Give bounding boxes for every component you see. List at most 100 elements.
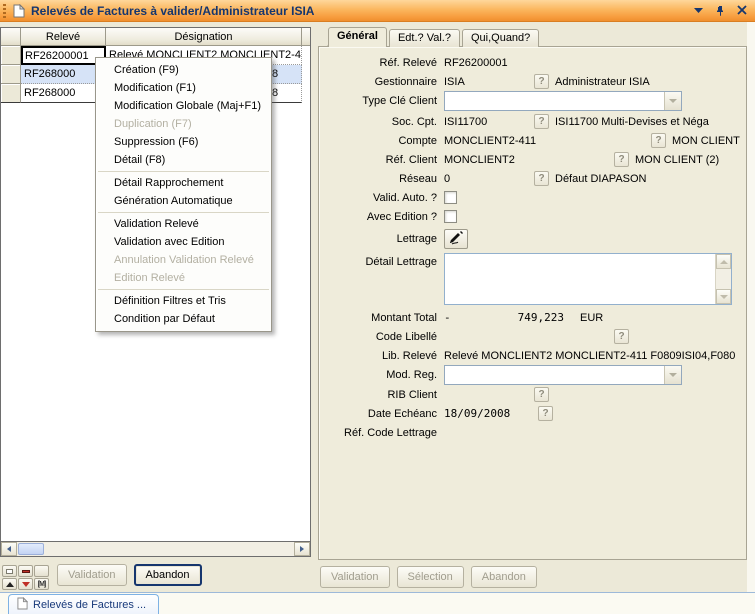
tab-general[interactable]: Général bbox=[328, 27, 387, 47]
selection-button[interactable]: Sélection bbox=[397, 566, 464, 588]
menu-item-validation-releve[interactable]: Validation Relevé bbox=[96, 215, 271, 233]
field-valid-auto: Valid. Auto. ? bbox=[319, 188, 746, 207]
menu-item-edition-releve[interactable]: Edition Relevé bbox=[96, 269, 271, 287]
menu-item-condition-par-defaut[interactable]: Condition par Défaut bbox=[96, 310, 271, 328]
field-lettrage: Lettrage bbox=[319, 228, 746, 250]
lettrage-button[interactable] bbox=[444, 229, 468, 249]
window-tab-releves[interactable]: Relevés de Factures ... bbox=[8, 594, 159, 614]
scrollbar-thumb[interactable] bbox=[18, 543, 44, 555]
menu-separator bbox=[98, 212, 269, 213]
cell-releve[interactable]: RF26200001 bbox=[21, 46, 106, 65]
detail-lettrage-textarea[interactable] bbox=[444, 253, 732, 305]
scroll-right-icon[interactable] bbox=[294, 542, 310, 556]
valid-auto-checkbox[interactable] bbox=[444, 191, 457, 204]
field-label: Avec Edition ? bbox=[325, 211, 437, 223]
window-title: Relevés de Factures à valider/Administra… bbox=[31, 4, 314, 18]
help-lookup-button[interactable]: ? bbox=[534, 74, 549, 89]
multi-select-icon[interactable]: [M] bbox=[34, 578, 49, 590]
chevron-down-icon[interactable] bbox=[691, 3, 705, 17]
field-detail-lettrage: Détail Lettrage bbox=[319, 253, 746, 305]
help-lookup-button[interactable]: ? bbox=[534, 114, 549, 129]
field-label: Valid. Auto. ? bbox=[325, 192, 437, 204]
scroll-down-icon[interactable] bbox=[716, 289, 731, 304]
pen-writing-icon bbox=[448, 231, 464, 248]
field-label: Réf. Code Lettrage bbox=[325, 427, 437, 439]
type-cle-client-dropdown[interactable] bbox=[444, 91, 682, 111]
menu-item-definition-filtres[interactable]: Définition Filtres et Tris bbox=[96, 292, 271, 310]
bottom-tab-bar: Relevés de Factures ... bbox=[0, 592, 755, 614]
menu-item-generation-automatique[interactable]: Génération Automatique bbox=[96, 192, 271, 210]
cell-releve[interactable]: RF268000 bbox=[21, 84, 106, 103]
menu-item-creation[interactable]: Création (F9) bbox=[96, 61, 271, 79]
scrollbar-track[interactable] bbox=[44, 542, 294, 556]
chevron-down-icon[interactable] bbox=[664, 92, 681, 110]
field-extra: Défaut DIAPASON bbox=[555, 173, 647, 185]
menu-item-detail-rapprochement[interactable]: Détail Rapprochement bbox=[96, 174, 271, 192]
menu-item-validation-avec-edition[interactable]: Validation avec Edition bbox=[96, 233, 271, 251]
abandon-button[interactable]: Abandon bbox=[471, 566, 537, 588]
move-down-icon[interactable] bbox=[18, 578, 33, 590]
field-label: Date Echéanc bbox=[325, 408, 437, 420]
document-icon bbox=[13, 4, 25, 18]
vertical-scrollbar[interactable] bbox=[715, 254, 731, 304]
help-lookup-button[interactable]: ? bbox=[534, 387, 549, 402]
table-header-row: Relevé Désignation bbox=[1, 28, 310, 46]
help-lookup-button[interactable]: ? bbox=[538, 406, 553, 421]
field-montant-total: Montant Total - 749,223 EUR bbox=[319, 308, 746, 327]
currency-code: EUR bbox=[580, 312, 603, 324]
row-selector[interactable] bbox=[1, 65, 21, 84]
drag-grip-icon[interactable] bbox=[3, 4, 6, 18]
mod-reg-dropdown[interactable] bbox=[444, 365, 682, 385]
context-menu: Création (F9) Modification (F1) Modifica… bbox=[95, 57, 272, 332]
menu-item-modification-globale[interactable]: Modification Globale (Maj+F1) bbox=[96, 97, 271, 115]
field-extra: ISI11700 Multi-Devises et Néga bbox=[555, 116, 709, 128]
row-selector[interactable] bbox=[1, 46, 21, 65]
select-none-icon[interactable] bbox=[2, 565, 17, 577]
chevron-down-icon[interactable] bbox=[664, 366, 681, 384]
column-header-releve[interactable]: Relevé bbox=[21, 28, 106, 46]
menu-item-suppression[interactable]: Suppression (F6) bbox=[96, 133, 271, 151]
field-label: Réf. Relevé bbox=[325, 57, 437, 69]
column-header-designation[interactable]: Désignation bbox=[106, 28, 302, 46]
move-up-icon[interactable] bbox=[2, 578, 17, 590]
tab-edt-val[interactable]: Edt.? Val.? bbox=[389, 29, 460, 47]
pin-icon[interactable] bbox=[713, 3, 727, 17]
window-tab-label: Relevés de Factures ... bbox=[33, 599, 146, 611]
menu-item-modification[interactable]: Modification (F1) bbox=[96, 79, 271, 97]
help-lookup-button[interactable]: ? bbox=[534, 171, 549, 186]
validation-button[interactable]: Validation bbox=[57, 564, 127, 586]
abandon-button[interactable]: Abandon bbox=[134, 564, 202, 586]
close-icon[interactable] bbox=[735, 3, 749, 17]
cell-releve[interactable]: RF268000 bbox=[21, 65, 106, 84]
scroll-left-icon[interactable] bbox=[1, 542, 17, 556]
row-selector[interactable] bbox=[1, 84, 21, 103]
field-reseau: Réseau 0 ? Défaut DIAPASON bbox=[319, 169, 746, 188]
tab-qui-quand[interactable]: Qui,Quand? bbox=[462, 29, 539, 47]
field-value: 0 bbox=[444, 173, 534, 185]
right-footer-toolbar: Validation Sélection Abandon bbox=[320, 566, 537, 588]
help-lookup-button[interactable]: ? bbox=[651, 133, 666, 148]
field-label: Compte bbox=[325, 135, 437, 147]
field-value: ISIA bbox=[444, 76, 534, 88]
field-label: Code Libellé bbox=[325, 331, 437, 343]
menu-item-duplication[interactable]: Duplication (F7) bbox=[96, 115, 271, 133]
field-extra: Administrateur ISIA bbox=[555, 76, 650, 88]
help-lookup-button[interactable]: ? bbox=[614, 152, 629, 167]
field-label: Lettrage bbox=[325, 233, 437, 245]
horizontal-scrollbar[interactable] bbox=[1, 541, 310, 556]
validation-button[interactable]: Validation bbox=[320, 566, 390, 588]
field-label: Mod. Reg. bbox=[325, 369, 437, 381]
remove-selection-icon[interactable] bbox=[18, 565, 33, 577]
field-ref-client: Réf. Client MONCLIENT2 ? MON CLIENT (2) bbox=[319, 150, 746, 169]
row-selector-header[interactable] bbox=[1, 28, 21, 46]
right-edge-strip bbox=[747, 22, 755, 592]
avec-edition-checkbox[interactable] bbox=[444, 210, 457, 223]
field-value: MONCLIENT2-411 bbox=[444, 135, 651, 147]
menu-item-annulation-validation[interactable]: Annulation Validation Relevé bbox=[96, 251, 271, 269]
help-lookup-button[interactable]: ? bbox=[614, 329, 629, 344]
blank-tool-icon[interactable] bbox=[34, 565, 49, 577]
field-value: Relevé MONCLIENT2 MONCLIENT2-411 F0809IS… bbox=[444, 350, 735, 362]
menu-item-detail[interactable]: Détail (F8) bbox=[96, 151, 271, 169]
field-code-libelle: Code Libellé ? bbox=[319, 327, 746, 346]
scroll-up-icon[interactable] bbox=[716, 254, 731, 269]
